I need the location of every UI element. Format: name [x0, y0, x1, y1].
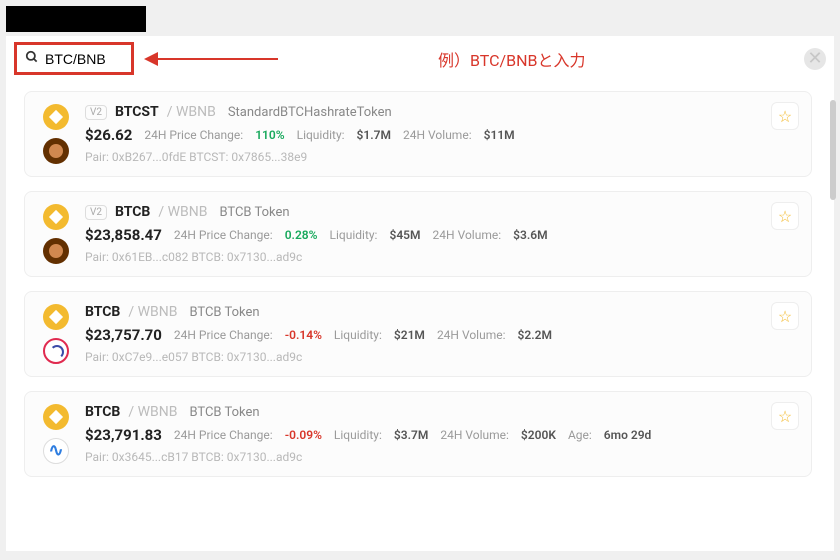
cake-icon — [43, 138, 69, 164]
token-name: BTCB Token — [189, 405, 259, 420]
volume-value: $11M — [484, 128, 515, 142]
price: $26.62 — [85, 126, 132, 144]
liquidity-value: $21M — [394, 328, 425, 342]
result-card[interactable]: BTCB / WBNB BTCB Token $23,757.70 24H Price … — [24, 291, 812, 377]
change-label: 24H Price Change: — [174, 228, 273, 242]
search-icon — [25, 49, 39, 68]
change-value: 0.28% — [285, 228, 318, 242]
change-value: -0.09% — [285, 428, 322, 442]
liquidity-label: Liquidity: — [330, 228, 378, 242]
change-label: 24H Price Change: — [144, 128, 243, 142]
volume-value: $3.6M — [513, 228, 547, 242]
search-box[interactable] — [14, 42, 134, 75]
favorite-button[interactable]: ☆ — [771, 402, 799, 430]
scrollbar[interactable] — [830, 100, 836, 200]
volume-label: 24H Volume: — [437, 328, 506, 342]
addresses: Pair: 0xB267...0fdE BTCST: 0x7865...38e9 — [85, 150, 795, 164]
addresses: Pair: 0xC7e9...e057 BTCB: 0x7130...ad9c — [85, 350, 795, 364]
token-name: StandardBTCHashrateToken — [228, 105, 392, 120]
change-label: 24H Price Change: — [174, 328, 273, 342]
bnb-icon — [43, 104, 69, 130]
search-input[interactable] — [45, 51, 125, 67]
volume-value: $2.2M — [518, 328, 552, 342]
favorite-button[interactable]: ☆ — [771, 102, 799, 130]
result-card[interactable]: BTCB / WBNB BTCB Token $23,791.83 24H Price … — [24, 391, 812, 477]
liquidity-label: Liquidity: — [334, 328, 382, 342]
close-icon[interactable]: ✕ — [804, 48, 826, 70]
annotation-text: 例）BTC/BNBと入力 — [438, 47, 585, 71]
liquidity-label: Liquidity: — [334, 428, 382, 442]
volume-label: 24H Volume: — [433, 228, 502, 242]
bnb-icon — [43, 304, 69, 330]
price: $23,757.70 — [85, 326, 162, 344]
pair-quote: / WBNB — [128, 304, 177, 320]
token-name: BTCB Token — [189, 305, 259, 320]
window-chrome — [6, 6, 146, 32]
volume-label: 24H Volume: — [403, 128, 472, 142]
pair-base: BTCB — [85, 304, 120, 320]
result-card[interactable]: V2 BTCB / WBNB BTCB Token $23,858.47 24H Pric… — [24, 191, 812, 277]
liquidity-value: $45M — [389, 228, 420, 242]
addresses: Pair: 0x3645...cB17 BTCB: 0x7130...ad9c — [85, 450, 795, 464]
bnb-icon — [43, 404, 69, 430]
pair-quote: / WBNB — [158, 204, 207, 220]
annotation-arrow — [144, 52, 278, 66]
liquidity-value: $3.7M — [394, 428, 428, 442]
swirl-icon — [43, 338, 69, 364]
price: $23,791.83 — [85, 426, 162, 444]
volume-value: $200K — [521, 428, 556, 442]
token-name: BTCB Token — [219, 205, 289, 220]
liquidity-label: Liquidity: — [297, 128, 345, 142]
price: $23,858.47 — [85, 226, 162, 244]
change-value: -0.14% — [285, 328, 322, 342]
pair-quote: / WBNB — [128, 404, 177, 420]
results-list: V2 BTCST / WBNB StandardBTCHashrateToken $26… — [6, 81, 834, 551]
liquidity-value: $1.7M — [357, 128, 391, 142]
version-badge: V2 — [85, 105, 107, 120]
result-card[interactable]: V2 BTCST / WBNB StandardBTCHashrateToken $26… — [24, 91, 812, 177]
version-badge: V2 — [85, 205, 107, 220]
pair-base: BTCST — [115, 104, 159, 120]
favorite-button[interactable]: ☆ — [771, 202, 799, 230]
pair-base: BTCB — [85, 404, 120, 420]
change-label: 24H Price Change: — [174, 428, 273, 442]
bnb-icon — [43, 204, 69, 230]
volume-label: 24H Volume: — [440, 428, 509, 442]
age-value: 6mo 29d — [604, 428, 652, 442]
search-row: 例）BTC/BNBと入力 ✕ — [6, 36, 834, 81]
change-value: 110% — [255, 128, 284, 142]
wave-icon — [43, 438, 69, 464]
age-label: Age: — [568, 428, 592, 442]
addresses: Pair: 0x61EB...c082 BTCB: 0x7130...ad9c — [85, 250, 795, 264]
pair-base: BTCB — [115, 204, 150, 220]
favorite-button[interactable]: ☆ — [771, 302, 799, 330]
pair-quote: / WBNB — [167, 104, 216, 120]
cake-icon — [43, 238, 69, 264]
